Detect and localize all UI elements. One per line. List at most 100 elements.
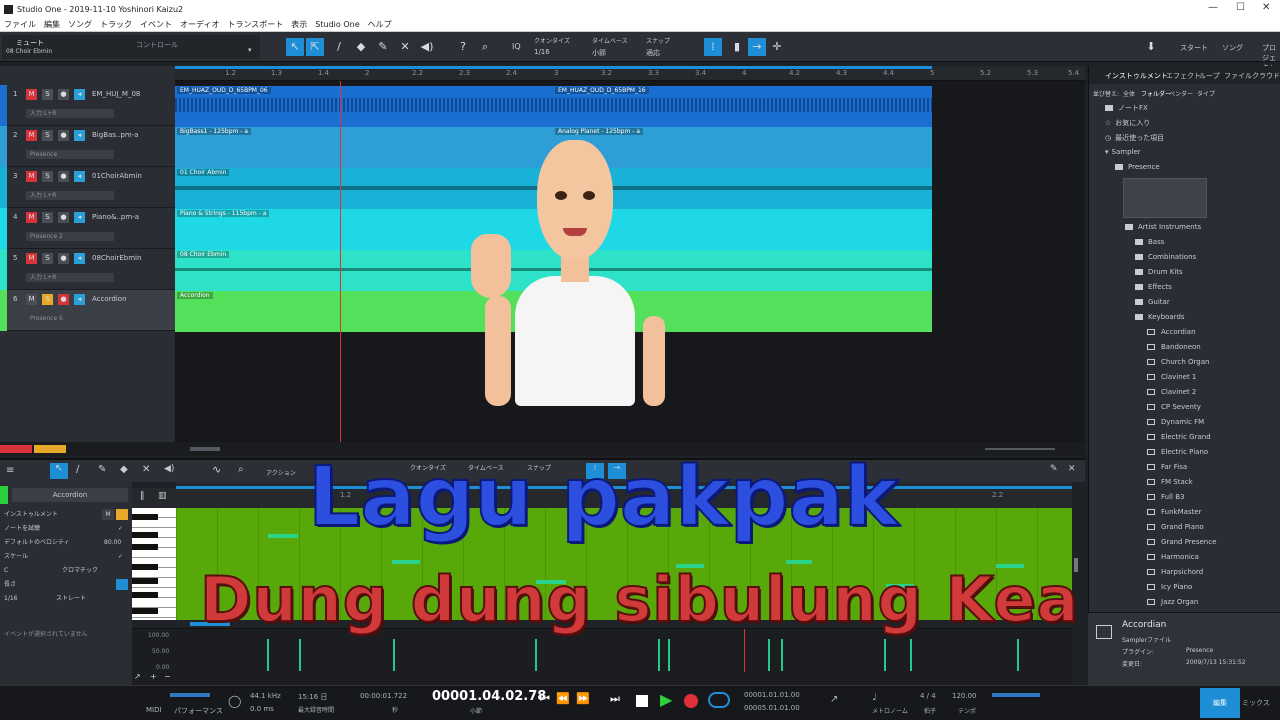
browser-folder[interactable]: Guitar — [1135, 298, 1170, 306]
horizontal-scroll-thumb[interactable] — [190, 447, 220, 451]
menu-studio-one[interactable]: Studio One — [315, 20, 359, 29]
monitor-button[interactable]: ◂ — [74, 130, 85, 141]
track-input[interactable]: Presence 6 — [26, 314, 114, 323]
master-volume[interactable] — [992, 693, 1040, 697]
song-page-button[interactable]: ソング — [1222, 43, 1243, 53]
keyboard-button[interactable] — [116, 509, 128, 520]
black-key[interactable] — [132, 564, 158, 570]
preset-item[interactable]: FM Stack — [1147, 478, 1193, 486]
track-name[interactable]: EM_HUJ_M_08 — [92, 90, 140, 98]
track-header[interactable]: 3 M S ● ◂ 01ChoirAbmin 入力 L+R — [0, 167, 175, 208]
action-menu[interactable]: アクション — [266, 468, 296, 477]
record-arm-button[interactable]: ● — [58, 253, 69, 264]
track-name[interactable]: 01ChoirAbmin — [92, 172, 142, 180]
sort-type[interactable]: タイプ — [1197, 89, 1215, 98]
browser-folder[interactable]: Combinations — [1135, 253, 1196, 261]
mute-button[interactable]: M — [26, 294, 37, 305]
track-input[interactable]: Presence 2 — [26, 232, 114, 241]
solo-button[interactable]: S — [42, 294, 53, 305]
autoscroll-icon[interactable]: → — [748, 38, 766, 56]
browser-folder[interactable]: Drum Kits — [1135, 268, 1183, 276]
solo-button[interactable]: S — [42, 89, 53, 100]
preset-item[interactable]: Grand Piano — [1147, 523, 1204, 531]
pointer-icon[interactable]: ↗ — [134, 672, 141, 681]
track-input[interactable]: Presence — [26, 150, 114, 159]
preset-item[interactable]: Far Fisa — [1147, 463, 1187, 471]
black-key[interactable] — [132, 544, 158, 550]
start-page-button[interactable]: スタート — [1180, 43, 1208, 53]
close-icon[interactable]: ✕ — [1262, 2, 1270, 13]
menu-song[interactable]: ソング — [68, 19, 92, 30]
midi-note[interactable] — [268, 534, 298, 538]
tab-instruments[interactable]: インストゥルメント — [1105, 71, 1168, 81]
browser-folder-presence[interactable]: Presence — [1115, 163, 1160, 171]
track-selector[interactable]: ミュート 08 Choir Ebmin コントロール ▾ — [2, 35, 260, 59]
punch-icon[interactable]: ↗ — [830, 694, 838, 705]
paint-tool-icon[interactable]: ✎ — [98, 464, 106, 475]
browser-folder-sampler[interactable]: ▾ Sampler — [1105, 148, 1141, 156]
range-icon[interactable]: ▥ — [158, 491, 167, 501]
browser-folder-note-fx[interactable]: ノートFX — [1105, 103, 1148, 113]
snap-grid-icon[interactable]: ⁞ — [704, 38, 722, 56]
monitor-button[interactable]: ◂ — [74, 253, 85, 264]
pencil-tool-icon[interactable]: ✎ — [374, 38, 392, 56]
preset-item[interactable]: Full B3 — [1147, 493, 1184, 501]
browser-folder[interactable]: Bass — [1135, 238, 1164, 246]
solo-button[interactable]: S — [42, 171, 53, 182]
edit-view-button[interactable]: 編集 — [1200, 688, 1240, 718]
preset-item[interactable]: Clavinet 2 — [1147, 388, 1196, 396]
tab-loops[interactable]: ループ — [1199, 71, 1220, 81]
length-select-row[interactable]: 1/16 ストレート — [0, 592, 132, 606]
track-lane[interactable]: EM_HUAZ_OUD_D_65BPM_06 EM_HUAZ_OUD_D_65B… — [175, 86, 932, 127]
preset-item[interactable]: Harpsichord — [1147, 568, 1203, 576]
browser-folder[interactable]: Effects — [1135, 283, 1172, 291]
seconds-display[interactable]: 00:00:01.722 — [360, 692, 407, 700]
menu-edit[interactable]: 編集 — [44, 19, 60, 30]
minimize-icon[interactable]: — — [1208, 2, 1218, 13]
preset-item[interactable]: Electric Grand — [1147, 433, 1211, 441]
metronome-icon[interactable]: ♩ — [872, 692, 877, 703]
length-mode[interactable]: ストレート — [56, 592, 86, 606]
cloud-upload-icon[interactable]: ⬇ — [1142, 38, 1160, 56]
close-editor-icon[interactable]: ✕ — [1068, 464, 1076, 474]
snap-value[interactable]: 適応 — [646, 48, 660, 58]
track-header[interactable]: 2 M S ● ◂ BigBas..pm-a Presence — [0, 126, 175, 167]
track-input[interactable]: 入力 L+R — [26, 109, 114, 118]
black-key[interactable] — [132, 514, 158, 520]
loop-right-display[interactable]: 00005.01.01.00 — [744, 704, 800, 712]
end-icon[interactable]: ⏭ — [610, 692, 620, 706]
solo-button[interactable]: S — [42, 212, 53, 223]
play-button[interactable]: ▶ — [660, 690, 672, 709]
black-key[interactable] — [132, 592, 158, 598]
midi-button[interactable]: M — [102, 509, 114, 520]
listen-tool-icon[interactable]: ◀) — [418, 38, 436, 56]
return-to-zero-icon[interactable]: ⏮ — [540, 692, 550, 706]
tab-effects[interactable]: エフェクト — [1166, 71, 1201, 81]
menu-track[interactable]: トラック — [100, 19, 132, 30]
scale-select-row[interactable]: C クロマチック — [0, 564, 132, 578]
preset-item[interactable]: Accordian — [1147, 328, 1196, 336]
loop-button[interactable] — [708, 692, 730, 708]
track-name[interactable]: Accordion — [92, 295, 127, 303]
browser-favorites[interactable]: ☆ お気に入り — [1105, 118, 1150, 128]
sort-flat[interactable]: 全体 — [1123, 89, 1135, 98]
piano-keyboard[interactable] — [132, 508, 176, 620]
monitor-button[interactable]: ◂ — [74, 294, 85, 305]
mute-tool-icon[interactable]: ✕ — [396, 38, 414, 56]
cursor-follow-icon[interactable]: ✛ — [768, 38, 786, 56]
timebase-value[interactable]: 小節 — [592, 48, 606, 58]
tempo-display[interactable]: 120.00 — [952, 692, 977, 700]
forward-icon[interactable]: ⏩ — [576, 692, 590, 705]
mute-button[interactable]: M — [26, 212, 37, 223]
pause-icon[interactable]: ‖ — [140, 491, 145, 501]
track-header[interactable]: 5 M S ● ◂ 08ChoirEbmin 入力 L+R — [0, 249, 175, 290]
listen-tool-icon[interactable]: ◀) — [164, 464, 174, 474]
record-button[interactable] — [684, 694, 698, 708]
solo-indicator[interactable] — [34, 445, 66, 453]
instrument-row[interactable]: インストゥルメント M — [0, 508, 132, 522]
monitor-button[interactable]: ◂ — [74, 171, 85, 182]
length-toggle[interactable] — [116, 579, 128, 590]
maximize-icon[interactable]: ☐ — [1236, 2, 1245, 13]
editor-list-icon[interactable]: ≡ — [6, 465, 14, 476]
loop-left-display[interactable]: 00001.01.01.00 — [744, 691, 800, 699]
